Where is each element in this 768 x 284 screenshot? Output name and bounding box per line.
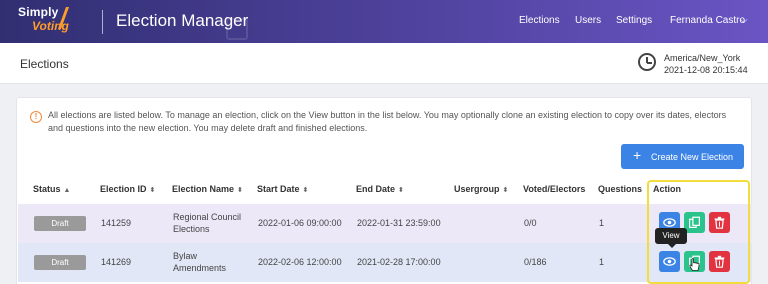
election-name-line1: Regional Council	[173, 212, 242, 222]
info-icon: !	[30, 111, 42, 123]
start-date: 2022-01-06 09:00:00	[258, 218, 342, 228]
elections-card: ! All elections are listed below. To man…	[16, 97, 752, 284]
voted-electors: 0/0	[524, 218, 537, 228]
election-id: 141269	[101, 257, 132, 267]
column-header-voted-electors: Voted/Electors	[523, 184, 586, 194]
status-badge: Draft	[34, 255, 86, 270]
column-header-usergroup[interactable]: Usergroup ⬍	[454, 184, 508, 194]
sort-icon: ⬍	[502, 187, 509, 194]
voted-electors: 0/186	[524, 257, 547, 267]
user-menu[interactable]: Fernanda Castro	[670, 15, 745, 26]
nav-settings[interactable]: Settings	[616, 15, 652, 26]
end-date: 2022-01-31 23:59:00	[357, 218, 441, 228]
questions-count: 1	[599, 257, 605, 267]
timezone-name: America/New_York	[664, 53, 741, 63]
column-header-status[interactable]: Status ▲	[33, 184, 70, 194]
timezone-display: America/New_York 2021-12-08 20:15:44	[664, 52, 748, 76]
status-badge: Draft	[34, 216, 86, 231]
info-message: All elections are listed below. To manag…	[48, 110, 727, 133]
brand-line1: Simply	[18, 5, 59, 19]
create-new-election-button[interactable]: + Create New Election	[621, 144, 744, 169]
table-row: Draft 141269 Bylaw Amendments 2022-02-06…	[18, 243, 752, 282]
sort-asc-icon: ▲	[63, 187, 71, 194]
brand-logo[interactable]: Simply Voting	[18, 5, 92, 37]
sub-header: Elections America/New_York 2021-12-08 20…	[0, 43, 768, 84]
table-row: Draft 141259 Regional Council Elections …	[18, 204, 752, 243]
election-id: 141259	[101, 218, 132, 228]
brand-line2: Voting	[32, 19, 69, 33]
column-header-questions: Questions	[598, 184, 643, 194]
column-header-election-id[interactable]: Election ID ⬍	[100, 184, 155, 194]
start-date: 2022-02-06 12:00:00	[258, 257, 342, 267]
election-name-line2: Amendments	[173, 263, 227, 273]
sort-icon: ⬍	[149, 187, 156, 194]
sort-icon: ⬍	[398, 187, 404, 194]
page-title: Elections	[20, 57, 69, 71]
hand-cursor-icon	[689, 258, 700, 271]
questions-count: 1	[599, 218, 605, 228]
nav-users[interactable]: Users	[575, 15, 601, 26]
create-new-election-label: Create New Election	[651, 152, 734, 162]
timezone-datetime: 2021-12-08 20:15:44	[664, 65, 748, 75]
ballot-box-icon	[226, 18, 248, 40]
nav-elections[interactable]: Elections	[519, 15, 560, 26]
view-tooltip: View	[655, 228, 687, 248]
divider	[102, 10, 103, 34]
plus-icon: +	[633, 147, 642, 163]
sort-icon: ⬍	[237, 187, 243, 194]
sort-icon: ⬍	[302, 187, 309, 194]
election-name-line2: Elections	[173, 224, 210, 234]
column-header-election-name[interactable]: Election Name ⬍	[172, 184, 243, 194]
end-date: 2021-02-28 17:00:00	[357, 257, 441, 267]
chevron-down-icon[interactable]: ⌵	[740, 15, 748, 26]
clock-icon	[638, 53, 656, 71]
column-header-end-date[interactable]: End Date ⬍	[356, 184, 404, 194]
top-bar: Simply Voting Election Manager Elections…	[0, 0, 768, 43]
election-name-line1: Bylaw	[173, 251, 198, 261]
column-header-start-date[interactable]: Start Date ⬍	[257, 184, 308, 194]
